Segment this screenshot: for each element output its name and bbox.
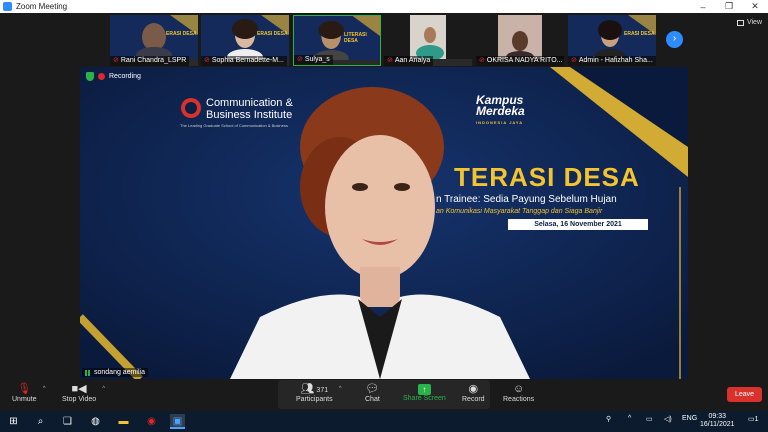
participant-name: ⊘ Sulya_s [294,55,333,65]
people-icon[interactable]: ⚲ [606,415,611,423]
clock-time: 09:33 [708,413,727,420]
tile-banner: ERASI DESA [166,31,197,37]
muted-mic-icon: ⊘ [297,56,303,63]
chat-icon: 💬︎ [365,383,380,395]
zoom-app-icon [3,2,12,11]
title-bar: Zoom Meeting – ❐ ✕ [0,0,768,13]
event-date: Selasa, 16 November 2021 [508,219,648,230]
event-subtitle-2: an Komunikasi Masyarakat Tanggap dan Sia… [436,208,603,215]
clock-date: 16/11/2021 [700,421,735,428]
participant-tile[interactable]: ERASI DESA ⊘ Sophia Bernadette-M... [201,15,289,66]
chat-button[interactable]: 💬︎ Chat [365,382,380,403]
participant-tile-active[interactable]: LITERASI DESA ⊘ Sulya_s [293,15,381,66]
windows-start-icon[interactable]: ⊞ [6,414,21,429]
participant-tile[interactable]: ERASI DESA ⊘ Admin - Hafizhah Sha... [568,15,656,66]
chevron-right-icon: › [672,33,677,44]
grid-view-icon [736,19,744,26]
participant-name: ⊘ OKRISA NADYA RITO... [476,56,564,66]
muted-mic-icon: ⊘ [479,57,485,64]
edge-browser-icon[interactable]: ◍ [88,414,103,429]
video-feed [476,15,564,59]
signal-bars-icon [85,369,91,376]
file-explorer-icon[interactable]: ▬ [116,414,131,429]
language-indicator[interactable]: ENG [682,415,697,422]
video-feed [110,15,198,59]
unmute-button[interactable]: 🎙︎ Unmute ^ [12,382,46,403]
video-feed [384,15,472,59]
task-view-icon[interactable]: ❏ [60,414,75,429]
recording-label: Recording [109,73,141,80]
reactions-button[interactable]: ☺ Reactions [503,382,534,403]
close-icon[interactable]: ✕ [742,1,768,12]
participant-tile[interactable]: ⊘ OKRISA NADYA RITO... [476,15,564,66]
participants-icon: 👥︎ 371 [300,383,329,395]
muted-mic-icon: ⊘ [571,57,577,64]
chevron-up-icon[interactable]: ^ [628,415,631,422]
participants-button[interactable]: 👥︎ 371 Participants ^ [296,382,342,403]
brand-tagline: The Leading Graduate School of Communica… [180,123,288,128]
stop-video-button[interactable]: ■◀ Stop Video ^ [62,382,105,403]
participant-tile[interactable]: ERASI DESA ⊘ Rani Chandra_LSPR [110,15,198,66]
brand-line-2: Business Institute [206,109,293,121]
search-icon[interactable]: ⌕ [33,414,48,429]
participant-name: ⊘ Rani Chandra_LSPR [110,56,190,66]
muted-mic-icon: 🎙︎ [17,383,32,395]
tile-banner: ERASI DESA [624,31,655,37]
minimize-icon[interactable]: – [690,2,716,12]
windows-taskbar: ⊞ ⌕ ❏ ◍ ▬ ◉ ▣ ⚲ ^ ▭ ◁) ENG 09:33 16/11/2… [0,411,768,432]
record-button[interactable]: ◉ Record [462,382,485,403]
record-dot-icon [98,73,105,80]
video-feed [201,15,289,59]
share-screen-icon: ↑ [417,384,431,395]
video-feed [568,15,656,59]
chrome-icon[interactable]: ◉ [144,414,159,429]
emoji-icon: ☺ [512,383,525,395]
volume-icon[interactable]: ◁) [664,415,672,423]
tile-banner: LITERASI DESA [344,32,367,44]
muted-mic-icon: ⊘ [113,57,119,64]
battery-icon[interactable]: ▭ [646,415,653,423]
next-page-button[interactable]: › [666,31,683,48]
view-button[interactable]: View [736,19,762,26]
kampus-merdeka-logo: Kampus Merdeka INDONESIA JAYA [476,93,525,125]
event-title: TERASI DESA [454,162,640,192]
maximize-icon[interactable]: ❐ [716,1,742,12]
participant-name: ⊘ Admin - Hafizhah Sha... [568,56,656,66]
video-camera-icon: ■◀ [71,383,87,395]
tile-banner: ERASI DESA [257,31,288,37]
record-icon: ◉ [468,383,479,395]
meeting-toolbar: 🎙︎ Unmute ^ ■◀ Stop Video ^ 👥︎ 371 Partic… [0,379,768,411]
event-subtitle: n Trainee: Sedia Payung Sebelum Hujan [436,194,617,205]
chevron-up-icon[interactable]: ^ [43,386,46,392]
window-title: Zoom Meeting [16,2,68,11]
participant-name: ⊘ Aan Analya [384,56,434,66]
shield-icon [86,72,94,81]
brand-line-1: Communication & [206,97,293,109]
participant-strip: ERASI DESA ⊘ Rani Chandra_LSPR ERASI DESA… [0,13,768,67]
chevron-up-icon[interactable]: ^ [102,386,105,392]
zoom-taskbar-icon[interactable]: ▣ [170,414,185,429]
chevron-up-icon[interactable]: ^ [339,386,342,392]
leave-button[interactable]: Leave [727,387,762,402]
notification-icon[interactable]: ▭1 [748,415,759,423]
notification-count: 1 [754,416,759,423]
participants-count: 371 [316,387,329,394]
lspr-logo [181,98,201,118]
participant-tile[interactable]: ⊘ Aan Analya [384,15,472,66]
muted-mic-icon: ⊘ [204,57,210,64]
share-screen-button[interactable]: ↑ Share Screen [403,382,446,402]
speaker-name-tag: sondang aemilia [82,368,148,377]
system-clock[interactable]: 09:33 16/11/2021 [700,413,735,429]
muted-mic-icon: ⊘ [387,57,393,64]
speaker-video: Recording Communication & Business Insti… [80,67,688,379]
participant-name: ⊘ Sophia Bernadette-M... [201,56,287,66]
recording-indicator[interactable]: Recording [86,72,141,81]
